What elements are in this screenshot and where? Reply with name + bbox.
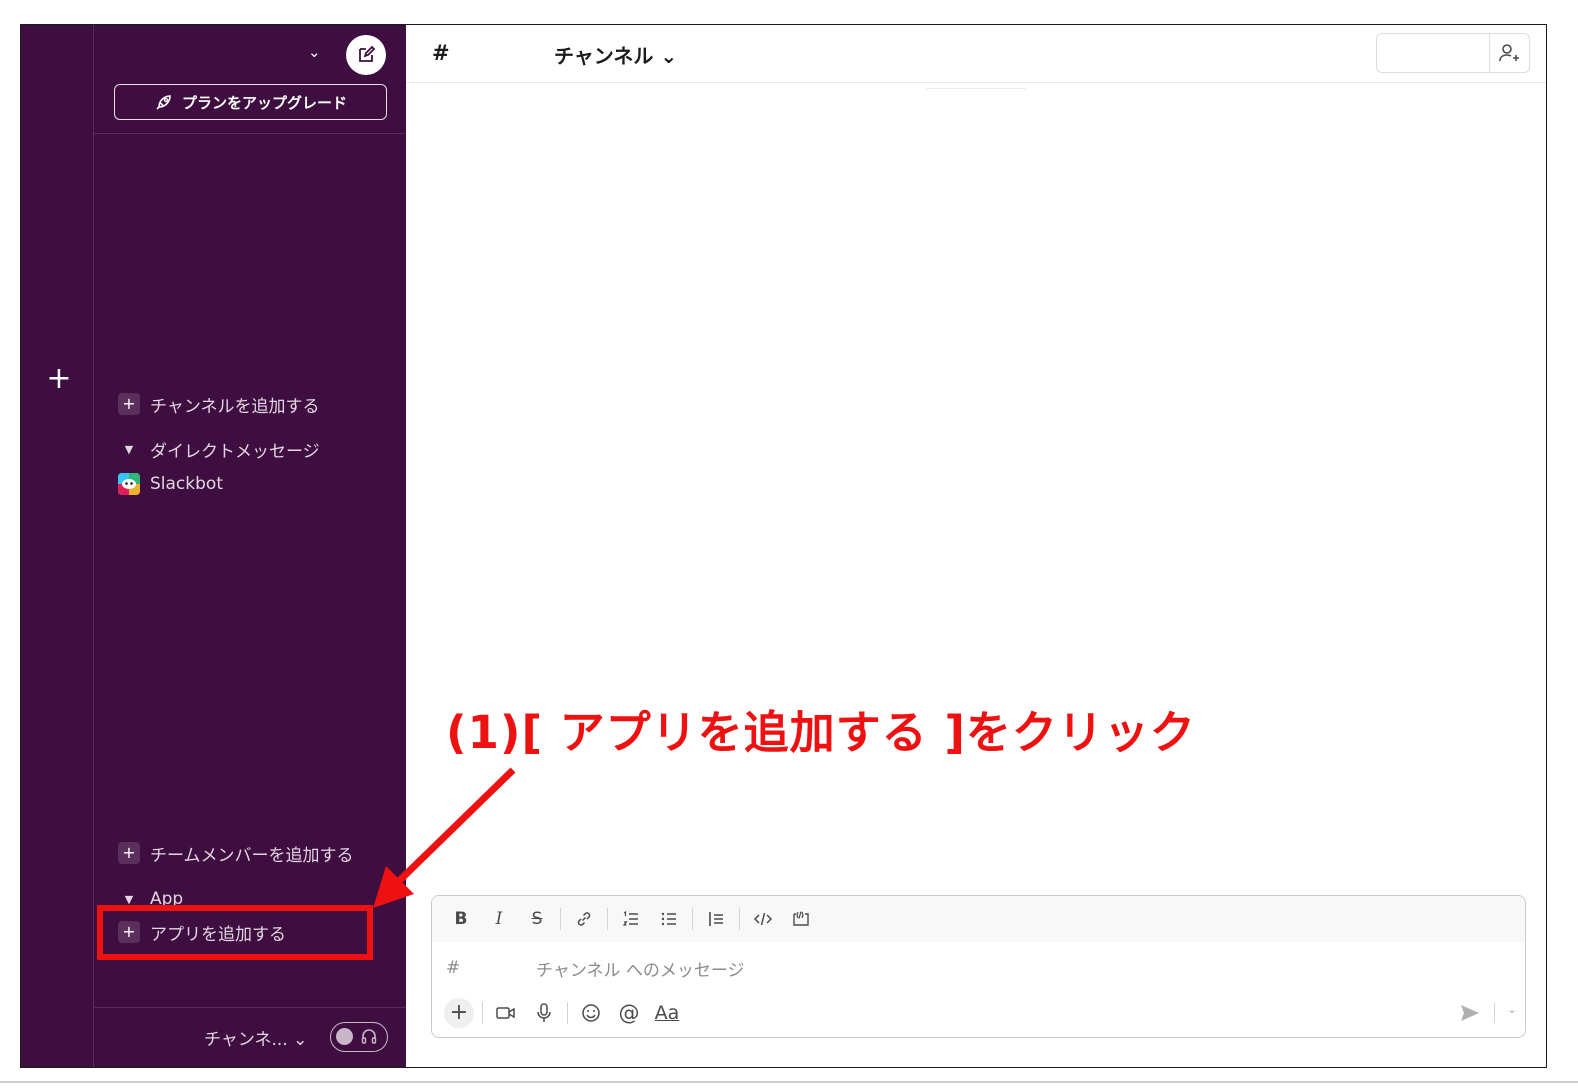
microphone-icon <box>537 1003 551 1022</box>
compose-button[interactable] <box>346 35 386 75</box>
send-separator <box>1494 1003 1495 1023</box>
toolbar-separator <box>560 908 561 930</box>
rocket-icon <box>156 95 171 110</box>
message-hash: # <box>446 958 461 978</box>
add-channel-item[interactable]: + チャンネルを追加する <box>118 391 320 417</box>
code-icon <box>753 912 773 926</box>
members-box[interactable] <box>1376 33 1530 73</box>
compose-icon <box>359 45 376 62</box>
code-block-button[interactable] <box>782 904 820 934</box>
dm-section-header[interactable]: ▼ ダイレクトメッセージ <box>118 436 320 462</box>
message-placeholder: チャンネル へのメッセージ <box>536 960 745 981</box>
huddle-toggle[interactable] <box>330 1022 388 1052</box>
workspace-rail: + <box>21 25 94 1067</box>
annotation-instruction: (1)[ アプリを追加する ]をクリック <box>446 706 1196 759</box>
attach-plus-button[interactable]: + <box>444 998 474 1028</box>
toolbar-separator <box>567 1002 568 1024</box>
strikethrough-button[interactable]: S <box>518 904 556 934</box>
dm-item-label: Slackbot <box>150 474 223 494</box>
blockquote-icon <box>709 912 723 926</box>
blockquote-button[interactable] <box>697 904 735 934</box>
toggle-knob <box>336 1028 353 1045</box>
channel-main: # チャンネル ⌄ B I S # チャンネル へのメッセージ + @ Aa ⌄ <box>406 25 1546 1067</box>
add-team-member-label: チームメンバーを追加する <box>150 845 354 866</box>
send-button[interactable] <box>1455 1000 1485 1026</box>
bold-label: B <box>454 909 468 929</box>
caret-down-icon: ▼ <box>124 892 134 906</box>
mention-button[interactable]: @ <box>610 998 648 1028</box>
link-icon <box>577 912 591 926</box>
add-channel-label: チャンネルを追加する <box>150 396 320 417</box>
strike-label: S <box>531 909 543 929</box>
annotation-highlight-box <box>97 905 373 960</box>
audio-clip-button[interactable] <box>525 998 563 1028</box>
send-options-chevron-icon[interactable]: ⌄ <box>1507 1002 1517 1016</box>
bullet-list-icon <box>661 912 676 926</box>
sidebar-footer-divider <box>94 1007 406 1008</box>
message-composer: B I S # チャンネル へのメッセージ + @ Aa ⌄ <box>431 895 1526 1038</box>
plus-icon: + <box>118 393 140 415</box>
add-workspace-icon[interactable]: + <box>45 364 73 394</box>
message-input[interactable]: # チャンネル へのメッセージ <box>446 954 1506 982</box>
italic-button[interactable]: I <box>480 904 518 934</box>
toolbar-separator <box>692 908 693 930</box>
page-bottom-rule <box>0 1081 1578 1083</box>
ordered-list-button[interactable] <box>612 904 650 934</box>
bold-button[interactable]: B <box>442 904 480 934</box>
caret-down-icon: ▼ <box>124 442 134 456</box>
channel-header: # チャンネル ⌄ <box>406 25 1546 83</box>
dm-section-label: ダイレクトメッセージ <box>150 441 320 462</box>
upgrade-plan-button[interactable]: プランをアップグレード <box>114 84 387 120</box>
video-camera-icon <box>496 1007 515 1019</box>
formatting-toolbar: B I S <box>432 896 1525 942</box>
toolbar-separator <box>482 1002 483 1024</box>
code-button[interactable] <box>744 904 782 934</box>
toolbar-separator <box>607 908 608 930</box>
code-block-icon <box>793 911 809 926</box>
slackbot-avatar-icon <box>118 473 140 495</box>
send-icon <box>1461 1005 1479 1021</box>
plus-icon: + <box>118 842 140 864</box>
format-label: Aa <box>654 1002 680 1024</box>
italic-label: I <box>495 909 503 929</box>
bullet-list-button[interactable] <box>650 904 688 934</box>
at-sign-icon: @ <box>618 1001 640 1025</box>
emoji-button[interactable] <box>572 998 610 1028</box>
workspace-chevron-down-icon[interactable]: ⌄ <box>308 43 321 61</box>
footer-channel-label[interactable]: チャンネ... ⌄ <box>204 1025 307 1050</box>
format-text-button[interactable]: Aa <box>648 998 686 1028</box>
composer-actions: + @ Aa <box>440 996 686 1030</box>
video-clip-button[interactable] <box>487 998 525 1028</box>
dm-item-slackbot[interactable]: Slackbot <box>118 471 223 497</box>
add-member-button[interactable] <box>1489 34 1529 72</box>
smiley-icon <box>582 1004 600 1022</box>
headphones-icon <box>361 1029 377 1044</box>
channel-title[interactable]: チャンネル ⌄ <box>554 40 677 69</box>
faint-divider <box>926 88 1026 89</box>
sidebar-divider <box>94 133 406 134</box>
ordered-list-icon <box>622 910 638 926</box>
add-person-icon <box>1498 44 1519 62</box>
channel-hash-icon: # <box>432 41 450 65</box>
add-team-member-item[interactable]: + チームメンバーを追加する <box>118 840 354 866</box>
upgrade-label: プランをアップグレード <box>181 93 347 112</box>
toolbar-separator <box>739 908 740 930</box>
link-button[interactable] <box>565 904 603 934</box>
